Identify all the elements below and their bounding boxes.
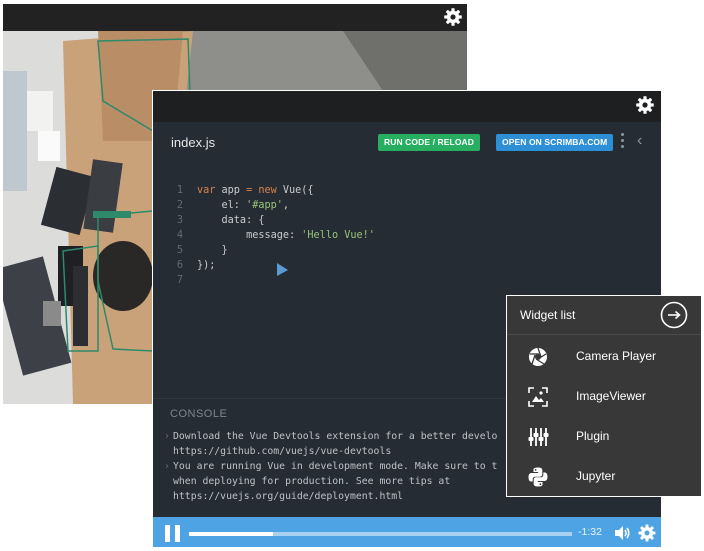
code-token: } xyxy=(197,245,228,256)
code-token: message: xyxy=(197,230,302,241)
console-line: when deploying for production. See more … xyxy=(164,474,497,489)
progress-fill xyxy=(189,532,274,536)
code-token: el: xyxy=(197,200,247,211)
code-line: 5 } xyxy=(153,243,375,258)
sliders-icon xyxy=(528,428,549,446)
gear-icon[interactable] xyxy=(637,523,657,543)
progress-track[interactable] xyxy=(189,532,572,536)
code-token: var xyxy=(197,185,216,196)
widget-list-header: Widget list xyxy=(507,296,701,335)
code-token: , xyxy=(282,200,290,211)
line-number: 3 xyxy=(176,215,183,226)
widget-item-jupyter[interactable]: Jupyter xyxy=(507,456,701,496)
line-number: 7 xyxy=(176,275,183,286)
editor-header: index.js RUN CODE / RELOAD OPEN ON SCRIM… xyxy=(153,122,661,166)
console-line: › You are running Vue in development mode… xyxy=(164,459,497,474)
code-token: 'Hello Vue!' xyxy=(301,230,375,241)
console-line: https://vuejs.org/guide/deployment.html xyxy=(164,489,497,504)
aperture-icon xyxy=(529,347,547,366)
widget-item-label: Jupyter xyxy=(576,469,616,483)
volume-icon[interactable] xyxy=(613,524,631,542)
time-remaining: -1:32 xyxy=(578,526,602,538)
mouse-cursor-icon xyxy=(277,263,288,276)
line-number: 2 xyxy=(176,200,183,211)
console-title: CONSOLE xyxy=(170,408,228,420)
chevron-right-icon: › xyxy=(164,461,170,472)
widget-item-label: Camera Player xyxy=(576,349,657,363)
widget-item-label: Plugin xyxy=(576,429,610,443)
code-token: Vue({ xyxy=(276,185,314,196)
code-token: app xyxy=(215,185,247,196)
code-token: data: { xyxy=(197,215,265,226)
code-line: 6}); xyxy=(153,258,375,273)
widget-item-plugin[interactable]: Plugin xyxy=(507,416,701,456)
run-code-button[interactable]: RUN CODE / RELOAD xyxy=(378,134,481,151)
widget-list-title: Widget list xyxy=(520,308,576,322)
console-text: Download the Vue Devtools extension for … xyxy=(173,431,498,442)
code-line: 4 message: 'Hello Vue!' xyxy=(153,228,375,243)
widget-item-camera-player[interactable]: Camera Player xyxy=(507,336,701,376)
console-output: › Download the Vue Devtools extension for… xyxy=(164,429,497,504)
chevron-left-icon[interactable]: ‹ xyxy=(637,132,642,150)
line-number: 6 xyxy=(176,260,183,271)
widget-list-panel: Widget list Camera Player ImageViewer Pl… xyxy=(506,295,702,497)
code-line: 1 var app = new Vue({ xyxy=(153,183,375,198)
widget-item-label: ImageViewer xyxy=(576,389,646,403)
file-name: index.js xyxy=(171,135,216,150)
line-number: 5 xyxy=(176,245,183,256)
console-text: You are running Vue in development mode.… xyxy=(173,461,498,472)
camera-window-titlebar xyxy=(3,4,467,31)
console-text: https://vuejs.org/guide/deployment.html xyxy=(173,491,404,502)
code-token: new xyxy=(258,185,277,196)
code-line: 2 el: '#app', xyxy=(153,198,375,213)
editor-window-titlebar xyxy=(153,91,661,122)
gear-icon[interactable] xyxy=(635,95,655,115)
line-number: 4 xyxy=(176,230,183,241)
console-line: › Download the Vue Devtools extension for… xyxy=(164,429,497,444)
widget-item-imageviewer[interactable]: ImageViewer xyxy=(507,376,701,416)
more-options-icon[interactable] xyxy=(619,133,625,153)
console-text: https://github.com/vuejs/vue-devtools xyxy=(173,446,392,457)
python-icon xyxy=(528,467,548,487)
pause-button[interactable] xyxy=(165,525,182,542)
line-number: 1 xyxy=(176,185,183,196)
open-on-scrimba-button[interactable]: OPEN ON SCRIMBA.COM xyxy=(496,134,614,151)
code-token: '#app' xyxy=(246,200,283,211)
code-line: 7 xyxy=(153,273,375,288)
playback-bar: -1:32 xyxy=(153,517,661,547)
image-frame-icon xyxy=(528,387,548,407)
console-line: https://github.com/vuejs/vue-devtools xyxy=(164,444,497,459)
code-token: }); xyxy=(197,260,216,271)
code-line: 3 data: { xyxy=(153,213,375,228)
console-text: when deploying for production. See more … xyxy=(173,476,451,487)
arrow-right-circle-icon[interactable] xyxy=(660,301,688,329)
gear-icon[interactable] xyxy=(443,7,463,27)
code-editor[interactable]: 1 var app = new Vue({2 el: '#app', 3 data:… xyxy=(153,183,375,288)
chevron-right-icon: › xyxy=(164,431,170,442)
